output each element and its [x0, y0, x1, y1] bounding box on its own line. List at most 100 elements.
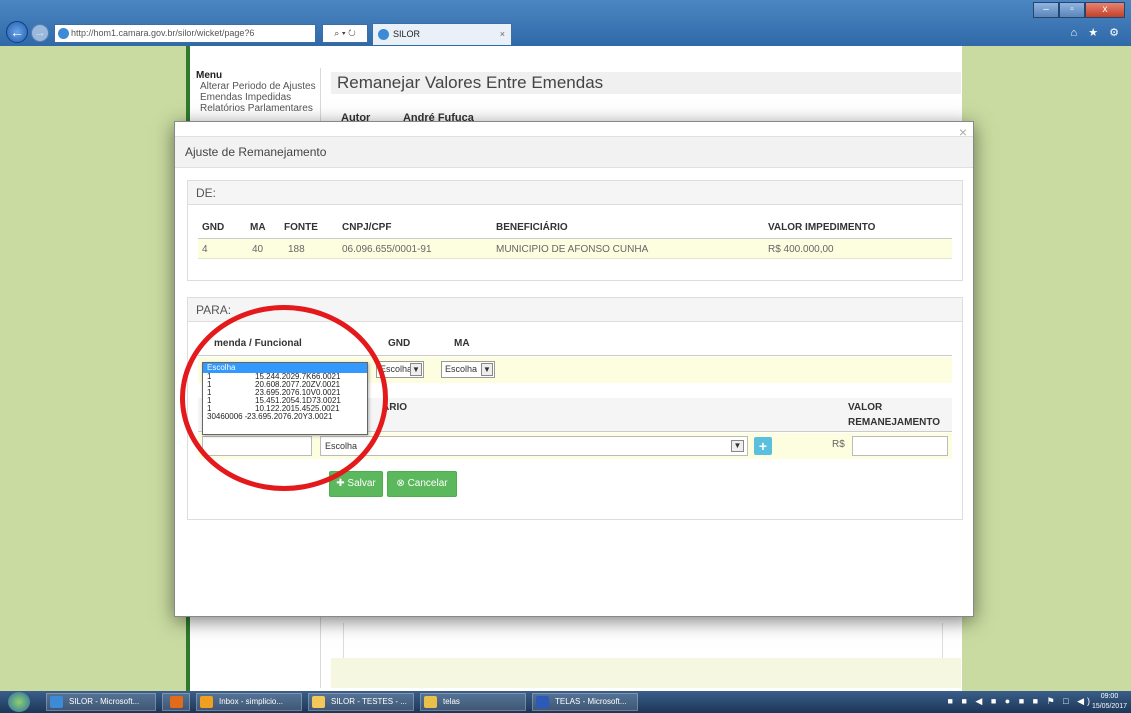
col-cnpj: CNPJ/CPF	[342, 222, 392, 233]
gnd-select-value: Escolha	[380, 364, 413, 374]
outlook-icon	[200, 696, 213, 708]
address-controls[interactable]: ⌕ ▾ ↻	[322, 24, 368, 43]
folder-icon	[424, 696, 437, 708]
taskbar-item-silor-testes[interactable]: SILOR - TESTES - ...	[308, 693, 414, 711]
gnd-select[interactable]: Escolha ▼	[376, 361, 424, 378]
forward-arrow-icon[interactable]: →	[31, 24, 49, 42]
cancel-button[interactable]: ⊗ Cancelar	[387, 471, 457, 497]
de-table: GND MA FONTE CNPJ/CPF BENEFICIÁRIO VALOR…	[198, 217, 952, 259]
col-gnd: GND	[202, 222, 225, 233]
taskbar-item-telas[interactable]: telas	[420, 693, 526, 711]
tab-title: SILOR	[393, 29, 421, 39]
table-row: 4 40 188 06.096.655/0001-91 MUNICIPIO DE…	[198, 239, 952, 259]
bottom-box	[343, 623, 943, 659]
dropdown-option[interactable]: 1 15.451.2054.1D73.0021	[203, 397, 367, 405]
option-code: 15.244.2029.7K66.0021	[255, 373, 341, 381]
beneficiario-select-value: Escolha	[325, 441, 358, 451]
col-ma: MA	[250, 222, 266, 233]
home-star-gear-icons[interactable]: ⌂ ★ ⚙	[1071, 26, 1123, 39]
cell-fonte: 188	[288, 244, 305, 255]
taskbar-item-silor-ie[interactable]: SILOR - Microsoft...	[46, 693, 156, 711]
dropdown-option[interactable]: 1 23.695.2076.10V0.0021	[203, 389, 367, 397]
valor-remanejamento-input[interactable]	[852, 436, 948, 456]
word-icon	[536, 696, 549, 708]
chevron-down-icon: ▼	[481, 363, 493, 376]
clock[interactable]: 09:00 15/05/2017	[1092, 692, 1127, 712]
option-prefix: 1	[207, 373, 212, 381]
clock-time: 09:00	[1100, 693, 1119, 700]
media-player-icon	[170, 696, 183, 708]
cell-gnd: 4	[202, 244, 208, 255]
chevron-down-icon: ▼	[410, 363, 422, 376]
option-prefix: 1	[207, 397, 212, 405]
cell-ma: 40	[252, 244, 264, 255]
option-code: 20.608.2077.20ZV.0021	[255, 381, 341, 389]
cell-cnpj: 06.096.655/0001-91	[342, 244, 432, 255]
minimize-button[interactable]: –	[1033, 2, 1059, 18]
cancel-button-label: Cancelar	[407, 478, 448, 489]
col-valor-impedimento: VALOR IMPEDIMENTO	[768, 222, 876, 233]
taskbar-item-label: telas	[443, 697, 460, 706]
chevron-down-icon: ▼	[731, 440, 744, 452]
window-controls: – ▫ x	[1033, 2, 1125, 18]
close-window-button[interactable]: x	[1085, 2, 1125, 18]
cell-beneficiario: MUNICIPIO DE AFONSO CUNHA	[496, 244, 649, 255]
ma-select-value: Escolha	[445, 364, 478, 374]
taskbar-item-label: SILOR - Microsoft...	[69, 697, 140, 706]
taskbar: SILOR - Microsoft... Inbox - simplicio..…	[0, 691, 1131, 713]
menu-title: Menu	[196, 70, 223, 81]
option-prefix: 1	[207, 381, 212, 389]
menu-item-emendas-impedidas[interactable]: Emendas Impedidas	[196, 92, 316, 103]
col-beneficiario: ARIO	[382, 402, 407, 413]
col-valor-2: REMANEJAMENTO	[848, 417, 941, 428]
dropdown-option[interactable]: 1 20.608.2077.20ZV.0021	[203, 381, 367, 389]
browser-chrome: – ▫ x ← → http://hom1.camara.gov.br/silo…	[0, 0, 1131, 46]
taskbar-item-media[interactable]	[162, 693, 190, 711]
de-table-header: GND MA FONTE CNPJ/CPF BENEFICIÁRIO VALOR…	[198, 217, 952, 239]
modal-title: Ajuste de Remanejamento	[175, 136, 973, 168]
col-emenda-funcional: menda / Funcional	[214, 338, 302, 349]
col-valor-1: VALOR	[848, 402, 883, 413]
cell-valor-impedimento: R$ 400.000,00	[768, 244, 834, 255]
para-header-row: menda / Funcional GND MA	[198, 332, 952, 356]
tab-close-icon[interactable]: ×	[500, 24, 505, 44]
tab-favicon-icon	[378, 29, 389, 40]
option-prefix: 1	[207, 389, 212, 397]
browser-tab[interactable]: SILOR ×	[372, 23, 512, 45]
dropdown-option[interactable]: 30460006 -23.695.2076.20Y3.0021	[203, 413, 367, 421]
address-url: http://hom1.camara.gov.br/silor/wicket/p…	[71, 28, 255, 38]
dropdown-option[interactable]: 1 10.122.2015.4525.0021	[203, 405, 367, 413]
address-bar[interactable]: http://hom1.camara.gov.br/silor/wicket/p…	[54, 24, 316, 43]
clock-date: 15/05/2017	[1091, 703, 1127, 710]
ie-icon	[50, 696, 63, 708]
currency-label: R$	[832, 439, 845, 450]
taskbar-item-inbox[interactable]: Inbox - simplicio...	[196, 693, 302, 711]
save-button[interactable]: ✚ Salvar	[329, 471, 383, 497]
maximize-button[interactable]: ▫	[1059, 2, 1085, 18]
save-icon: ✚	[336, 478, 348, 489]
page-title: Remanejar Valores Entre Emendas	[331, 72, 961, 94]
option-code: 10.122.2015.4525.0021	[255, 405, 340, 413]
dropdown-option-escolha[interactable]: Escolha	[203, 363, 367, 373]
back-arrow-icon[interactable]: ←	[6, 21, 28, 43]
ma-select[interactable]: Escolha ▼	[441, 361, 495, 378]
add-button[interactable]: +	[754, 437, 772, 455]
option-code: 15.451.2054.1D73.0021	[255, 397, 341, 405]
taskbar-item-word[interactable]: TELAS - Microsoft...	[532, 693, 638, 711]
emenda-dropdown-list[interactable]: Escolha 1 15.244.2029.7K66.0021 1 20.608.2…	[202, 362, 368, 435]
menu-item-alterar-periodo[interactable]: Alterar Periodo de Ajustes	[196, 81, 316, 92]
start-button-icon[interactable]	[8, 692, 30, 712]
system-tray-icons[interactable]: ■ ■ ◀ ■ ● ■ ■ ⚑ □ ◀)	[948, 696, 1093, 707]
save-button-label: Salvar	[347, 478, 376, 489]
menu-item-relatorios[interactable]: Relatórios Parlamentares	[196, 103, 316, 114]
dropdown-option[interactable]: 1 15.244.2029.7K66.0021	[203, 373, 367, 381]
taskbar-item-label: Inbox - simplicio...	[219, 697, 284, 706]
beneficiario-select[interactable]: Escolha ▼	[320, 436, 748, 456]
col-fonte: FONTE	[284, 222, 318, 233]
emenda-input[interactable]	[202, 436, 312, 456]
option-code: 23.695.2076.10V0.0021	[255, 389, 341, 397]
de-heading: DE:	[188, 181, 962, 205]
bottom-bar	[331, 658, 961, 688]
mail-icon	[312, 696, 325, 708]
col-gnd: GND	[388, 338, 411, 349]
